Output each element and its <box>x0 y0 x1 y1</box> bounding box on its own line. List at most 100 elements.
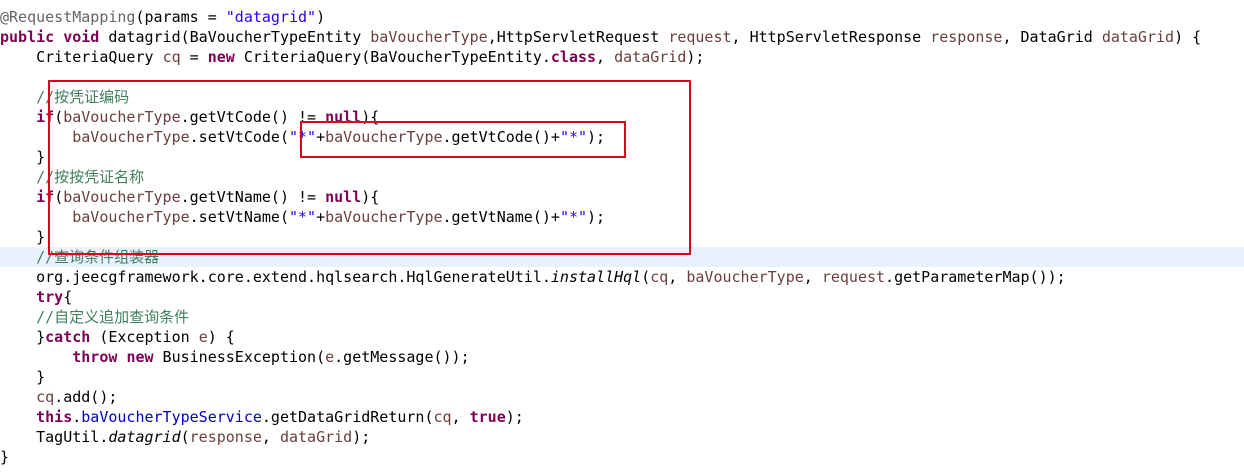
code-token: .getVtCode()+ <box>442 128 560 146</box>
code-token: true <box>469 408 506 426</box>
code-token: datagrid(BaVoucherTypeEntity <box>99 28 371 46</box>
code-token: request <box>668 28 732 46</box>
code-token: ){ <box>361 108 380 126</box>
code-token: baVoucherType <box>686 268 804 286</box>
code-line[interactable]: baVoucherType.setVtCode("*"+baVoucherTyp… <box>0 127 1244 147</box>
code-token: this <box>36 408 73 426</box>
code-token: e <box>325 348 335 366</box>
code-token: } <box>0 448 10 466</box>
code-token: catch <box>45 328 91 346</box>
code-token: void <box>63 28 100 46</box>
code-token: . <box>72 408 82 426</box>
code-token: = <box>180 48 208 66</box>
code-token: + <box>316 128 326 146</box>
code-line[interactable]: } <box>0 227 1244 247</box>
code-token: ) <box>316 8 326 26</box>
code-line[interactable]: this.baVoucherTypeService.getDataGridRet… <box>0 407 1244 427</box>
code-token: + <box>316 208 326 226</box>
code-line[interactable]: if(baVoucherType.getVtCode() != null){ <box>0 107 1244 127</box>
code-token: //自定义追加查询条件 <box>36 308 190 326</box>
code-token: ); <box>352 428 371 446</box>
code-token: //查询条件组装器 <box>36 248 160 266</box>
code-line[interactable]: public void datagrid(BaVoucherTypeEntity… <box>0 27 1244 47</box>
code-token: cq <box>650 268 669 286</box>
code-token: , <box>668 268 687 286</box>
code-token: e <box>198 328 208 346</box>
code-token: BusinessException( <box>153 348 326 366</box>
code-token: TagUtil. <box>0 428 109 446</box>
code-token: baVoucherType <box>63 108 181 126</box>
code-token: if <box>36 188 55 206</box>
code-token: (Exception <box>90 328 199 346</box>
code-token: .add(); <box>54 388 118 406</box>
code-token: (params = <box>135 8 226 26</box>
code-token: datagrid <box>108 428 181 446</box>
code-line[interactable]: //按按凭证名称 <box>0 167 1244 187</box>
code-token: response <box>930 28 1003 46</box>
code-token: public <box>0 28 55 46</box>
code-line[interactable]: throw new BusinessException(e.getMessage… <box>0 347 1244 367</box>
code-token: , DataGrid <box>1002 28 1102 46</box>
code-token: ) { <box>207 328 235 346</box>
code-token: baVoucherType <box>72 208 190 226</box>
code-token: class <box>550 48 597 66</box>
code-line[interactable]: TagUtil.datagrid(response, dataGrid); <box>0 427 1244 447</box>
code-token: "*" <box>289 128 317 146</box>
code-token: .getVtName() != <box>180 188 326 206</box>
code-line[interactable]: } <box>0 367 1244 387</box>
code-line[interactable]: //自定义追加查询条件 <box>0 307 1244 327</box>
code-token: "*" <box>559 128 588 146</box>
code-token: if <box>36 108 55 126</box>
code-line[interactable]: @RequestMapping(params = "datagrid") <box>0 7 1244 27</box>
code-token: @RequestMapping <box>0 8 136 26</box>
code-line[interactable]: //查询条件组装器 <box>0 247 1244 267</box>
code-line[interactable]: CriteriaQuery cq = new CriteriaQuery(BaV… <box>0 47 1244 67</box>
code-line[interactable] <box>0 67 1244 87</box>
code-token: throw <box>72 348 118 366</box>
code-token: , <box>261 428 280 446</box>
code-line[interactable]: org.jeecgframework.core.extend.hqlsearch… <box>0 267 1244 287</box>
code-token: ( <box>54 108 64 126</box>
code-line[interactable]: baVoucherType.setVtName("*"+baVoucherTyp… <box>0 207 1244 227</box>
code-token: "datagrid" <box>225 8 317 26</box>
code-token: "*" <box>559 208 588 226</box>
code-token: .getVtCode() != <box>180 108 326 126</box>
code-line[interactable]: //按凭证编码 <box>0 87 1244 107</box>
code-token: CriteriaQuery <box>0 48 163 66</box>
code-line[interactable]: }catch (Exception e) { <box>0 327 1244 347</box>
code-token: .setVtName( <box>189 208 289 226</box>
code-line[interactable]: try{ <box>0 287 1244 307</box>
code-line[interactable]: cq.add(); <box>0 387 1244 407</box>
code-token: ); <box>686 48 705 66</box>
code-token: baVoucherType <box>325 128 443 146</box>
code-token: dataGrid <box>279 428 353 446</box>
code-line[interactable]: if(baVoucherType.getVtName() != null){ <box>0 187 1244 207</box>
code-token: } <box>0 228 46 246</box>
code-token: .getMessage()); <box>334 348 470 366</box>
code-token: dataGrid <box>614 48 687 66</box>
code-token: baVoucherType <box>72 128 190 146</box>
code-token: ( <box>641 268 651 286</box>
code-line[interactable]: } <box>0 147 1244 167</box>
code-token: ){ <box>361 188 380 206</box>
code-token: ,HttpServletRequest <box>487 28 669 46</box>
code-token: , <box>451 408 470 426</box>
code-line[interactable]: } <box>0 447 1244 467</box>
code-token: cq <box>162 48 181 66</box>
code-token: null <box>325 108 362 126</box>
code-token: dataGrid <box>1101 28 1175 46</box>
code-editor[interactable]: @RequestMapping(params = "datagrid") publ… <box>0 0 1244 475</box>
code-token: .setVtCode( <box>189 128 289 146</box>
